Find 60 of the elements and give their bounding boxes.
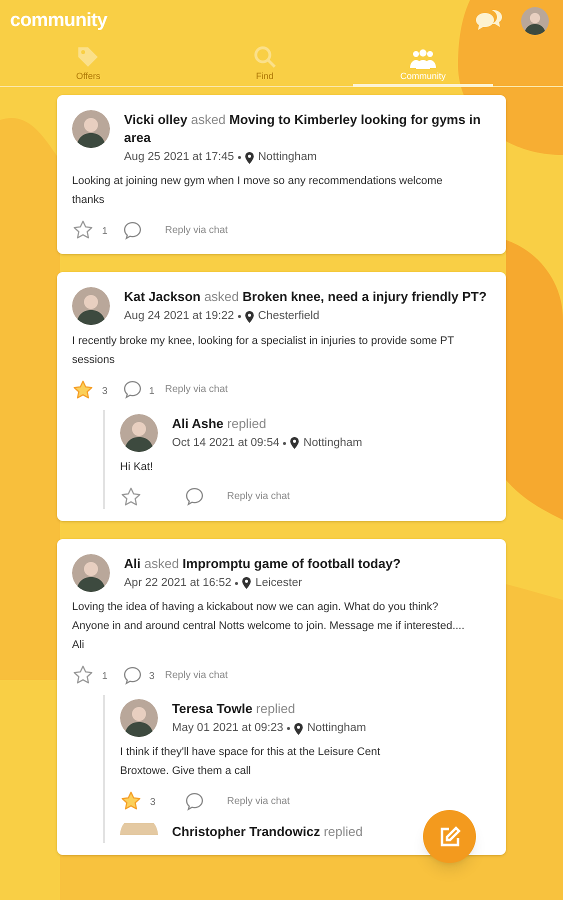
post-heading: Ali asked Impromptu game of football today? [124,554,401,573]
comment-icon[interactable] [122,664,143,686]
reply-via-chat-link[interactable]: Reply via chat [227,794,290,809]
avatar [120,414,158,452]
star-count: 3 [150,797,156,808]
reply-via-chat-link[interactable]: Reply via chat [165,222,228,238]
nav-tab[interactable]: Offers [0,42,176,86]
avatar [120,823,158,836]
people-icon [409,48,437,70]
reply-via-chat-link[interactable]: Reply via chat [165,668,228,682]
avatar [120,699,158,737]
chat-icon[interactable] [475,9,503,33]
reply-heading: Teresa Towle replied [172,700,296,718]
star-count: 3 [102,386,108,396]
comment-count: 1 [149,386,155,396]
post-date: Aug 25 2021 at 17:45 [124,150,234,165]
search-icon [252,44,278,70]
post-body: Hi Kat! [120,460,154,475]
reply-via-chat-link[interactable]: Reply via chat [165,382,228,397]
star-icon[interactable] [120,486,142,508]
comment-icon[interactable] [184,790,205,812]
post-date: May 01 2021 at 09:23 [172,721,284,736]
star-icon[interactable] [72,378,94,400]
avatar [521,7,549,35]
post-heading: Kat Jackson asked Broken knee, need a injury friendly PT? [124,288,487,306]
app-title: community [10,8,108,33]
post-location: Nottingham [258,150,317,165]
comment-icon[interactable] [122,220,143,241]
location-pin-icon [294,722,304,735]
comment-icon[interactable] [122,379,143,400]
star-icon[interactable] [120,790,142,812]
star-count: 1 [102,226,108,238]
nav-tab[interactable]: Find [176,42,353,86]
avatar [72,554,110,592]
post-location: Nottingham [307,721,366,736]
reply-via-chat-link[interactable]: Reply via chat [227,489,290,504]
post-body: I think if they'll have space for this at the Leisure Cent Broxtowe. Give them a call [120,745,382,780]
reply-heading: Ali Ashe replied [172,414,268,432]
location-pin-icon [242,577,252,590]
comment-count: 3 [149,671,155,682]
star-count: 1 [102,671,108,682]
avatar [72,110,110,148]
post-location: Leicester [255,576,302,591]
post-date: Apr 22 2021 at 16:52 [124,576,232,591]
post-heading: Vicki olley asked Moving to Kimberley looking for gyms in area [124,111,482,147]
post-body: Loving the idea of having a kickabout now we can agin. What do you think? Anyone in and around central Notts welcome to join. Message me if interested.... Ali [72,600,466,653]
comment-icon[interactable] [184,486,205,508]
post-location: Chesterfield [258,309,320,324]
reply-heading: Christopher Trandowicz replied [172,823,363,842]
star-icon[interactable] [72,219,94,242]
avatar [72,287,110,326]
post-body: I recently broke my knee, looking for a specialist in injuries to provide some PT sessions [72,334,455,368]
star-icon[interactable] [72,664,94,686]
location-pin-icon [290,437,300,450]
location-pin-icon [245,310,254,323]
location-pin-icon [245,152,254,164]
post-date: Aug 24 2021 at 19:22 [124,309,234,324]
post-body: Looking at joining new gym when I move so any recommendations welcome thanks [72,174,444,208]
post-location: Nottingham [303,436,362,450]
post-date: Oct 14 2021 at 09:54 [172,436,280,450]
